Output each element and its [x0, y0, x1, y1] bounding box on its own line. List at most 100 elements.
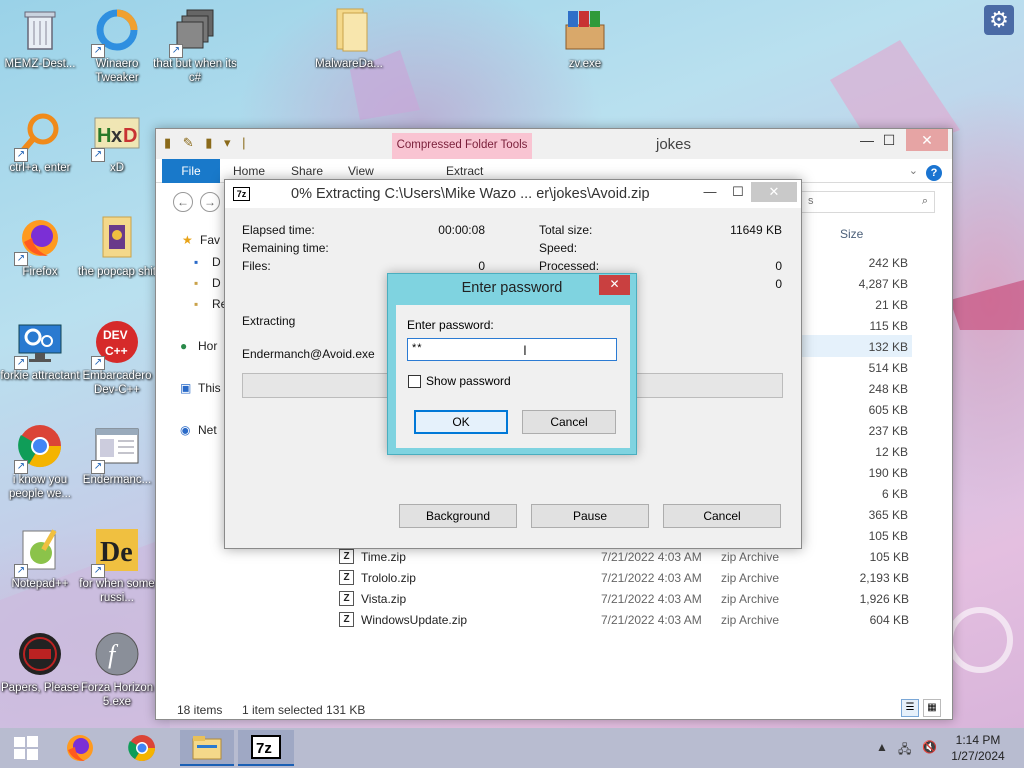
- firefox-icon: [67, 735, 93, 761]
- file-size: 4,287 KB: [858, 277, 908, 291]
- search-placeholder: s: [808, 195, 814, 207]
- files-label: Files:: [242, 259, 271, 273]
- taskbar-chrome[interactable]: [120, 730, 164, 766]
- nav-item-network[interactable]: ◉ Net: [180, 423, 217, 437]
- firefox-icon: ↗: [14, 214, 64, 266]
- clock[interactable]: 1:14 PM 1/27/2024: [946, 732, 1010, 764]
- desktop-icon-ctrl-a-enter[interactable]: ↗ ctrl+a, enter: [0, 106, 80, 198]
- forward-button[interactable]: →: [200, 192, 220, 212]
- desktop-icon-winaero[interactable]: ↗ Winaero Tweaker: [77, 2, 157, 94]
- nav-item-this-pc[interactable]: ▣ This: [180, 381, 221, 395]
- start-icon: [14, 736, 38, 760]
- desktop-icon-endermanc[interactable]: ↗ Endermanc...: [77, 418, 157, 510]
- desktop-icon-label: forkie attractant: [0, 370, 80, 382]
- large-icons-view-icon[interactable]: ▦: [923, 699, 941, 717]
- gear-icon[interactable]: ⚙: [984, 5, 1014, 35]
- cancel-button[interactable]: Cancel: [522, 410, 616, 434]
- start-button[interactable]: [4, 730, 48, 766]
- desktop-icon-malwareda[interactable]: MalwareDa...: [309, 2, 389, 94]
- show-password-label[interactable]: Show password: [426, 374, 511, 388]
- nav-item-favorites[interactable]: ★ Fav: [182, 233, 220, 247]
- desktop-icon-label: zv.exe: [568, 58, 602, 70]
- back-button[interactable]: ←: [173, 192, 193, 212]
- desktop-icon-forkie[interactable]: ↗ forkie attractant: [0, 314, 80, 406]
- minimize-button[interactable]: —: [695, 182, 725, 202]
- desktop-icon-papers-please[interactable]: Papers, Please: [0, 626, 80, 718]
- desktop-icon-memz[interactable]: MEMZ-Dest...: [0, 2, 80, 94]
- file-size: 105 KB: [869, 550, 909, 564]
- tab-view[interactable]: View: [348, 164, 374, 178]
- maximize-button[interactable]: ☐: [723, 182, 753, 202]
- file-size: 1,926 KB: [859, 592, 909, 606]
- pause-button[interactable]: Pause: [531, 504, 649, 528]
- flash-icon: f: [93, 630, 141, 678]
- desktop-icon-dev-cpp[interactable]: DEV C++ ↗ Embarcadero Dev-C++: [77, 314, 157, 406]
- nav-item-homegroup[interactable]: ● Hor: [180, 339, 217, 353]
- dialog-body: Enter password: ** I Show password OK Ca…: [396, 305, 630, 448]
- file-size: 190 KB: [868, 466, 908, 480]
- file-type: zip Archive: [721, 550, 780, 564]
- search-input[interactable]: s ⌕: [801, 191, 935, 213]
- desktop-icon-zv[interactable]: zv.exe: [545, 2, 625, 94]
- clock-date: 1/27/2024: [951, 749, 1005, 763]
- file-size: 365 KB: [868, 508, 908, 522]
- nav-item-documents[interactable]: ▪ D: [194, 276, 221, 290]
- network-tray-icon[interactable]: 🖧: [898, 740, 911, 761]
- processed-value: 0: [775, 259, 782, 273]
- desktop-icon-forza[interactable]: f Forza Horizon 5.exe: [77, 626, 157, 718]
- nav-item-desktop[interactable]: ▪ D: [194, 255, 221, 269]
- desktop-icon-chrome[interactable]: ↗ i know you people we...: [0, 418, 80, 510]
- file-date: 7/21/2022 4:03 AM: [601, 613, 702, 627]
- search-icon: ⌕: [921, 195, 928, 207]
- file-row[interactable]: Z Vista.zip 7/21/2022 4:03 AM zip Archiv…: [339, 589, 909, 610]
- navigation-pane: ★ Fav ▪ D ▪ D ▪ Re ● Hor ▣ This ◉ Net: [156, 219, 228, 689]
- desktop-icon-xd[interactable]: HxD ↗ xD: [77, 106, 157, 198]
- documents-icon: ▪: [194, 276, 199, 290]
- clock-time: 1:14 PM: [955, 733, 1001, 747]
- file-row[interactable]: Z Time.zip 7/21/2022 4:03 AM zip Archive…: [339, 547, 909, 568]
- maximize-button[interactable]: ☐: [868, 129, 910, 151]
- password-field[interactable]: **: [407, 338, 617, 361]
- desktop-icon-notepad-plus-plus[interactable]: ↗ Notepad++: [0, 522, 80, 614]
- status-bar: 18 items 1 item selected 131 KB: [156, 699, 952, 721]
- taskbar-firefox[interactable]: [58, 730, 102, 766]
- ok-button[interactable]: OK: [414, 410, 508, 434]
- quick-access-toolbar[interactable]: ▮ ✎ ▮ ▾ |: [164, 135, 250, 151]
- tab-file[interactable]: File: [162, 159, 220, 183]
- close-button[interactable]: ✕: [751, 182, 797, 202]
- taskbar-file-explorer[interactable]: [180, 730, 234, 766]
- desktop-icon-firefox[interactable]: ↗ Firefox: [0, 210, 80, 302]
- text-cursor-icon: I: [523, 342, 527, 358]
- svg-text:x: x: [111, 125, 122, 147]
- file-name: Time.zip: [361, 550, 406, 564]
- close-button[interactable]: ✕: [906, 129, 948, 151]
- help-icon[interactable]: ?: [926, 165, 942, 181]
- desktop-icon-delphi[interactable]: De ↗ for when some russi...: [77, 522, 157, 614]
- file-name: Vista.zip: [361, 592, 407, 606]
- show-password-checkbox[interactable]: [408, 375, 421, 388]
- svg-text:C++: C++: [105, 344, 128, 358]
- show-hidden-icons-icon[interactable]: ▲: [876, 740, 888, 754]
- file-date: 7/21/2022 4:03 AM: [601, 550, 702, 564]
- settings-monitor-icon: ↗: [14, 318, 64, 370]
- network-icon: ◉: [180, 423, 191, 437]
- desktop-icon-that-but-when[interactable]: ↗ that but when its c#: [153, 2, 237, 94]
- tab-share[interactable]: Share: [291, 164, 323, 178]
- close-button[interactable]: ✕: [599, 275, 630, 295]
- tab-extract[interactable]: Extract: [446, 164, 483, 178]
- column-header-size[interactable]: Size: [840, 227, 863, 241]
- volume-muted-icon[interactable]: 🔇: [922, 740, 937, 754]
- taskbar-7zip[interactable]: 7z: [238, 730, 294, 766]
- cancel-button[interactable]: Cancel: [663, 504, 781, 528]
- desktop-icon-popcap[interactable]: the popcap shit: [77, 210, 157, 302]
- tab-home[interactable]: Home: [233, 164, 265, 178]
- chevron-down-icon[interactable]: ⌄: [909, 164, 918, 177]
- file-row[interactable]: Z Trololo.zip 7/21/2022 4:03 AM zip Arch…: [339, 568, 909, 589]
- file-row[interactable]: Z WindowsUpdate.zip 7/21/2022 4:03 AM zi…: [339, 610, 909, 631]
- folder-icon: [325, 6, 373, 54]
- details-view-icon[interactable]: ☰: [901, 699, 919, 717]
- recycle-bin-icon: [16, 6, 64, 54]
- nav-item-recent[interactable]: ▪ Re: [194, 297, 227, 311]
- background-button[interactable]: Background: [399, 504, 517, 528]
- nav-label: Fav: [200, 233, 221, 247]
